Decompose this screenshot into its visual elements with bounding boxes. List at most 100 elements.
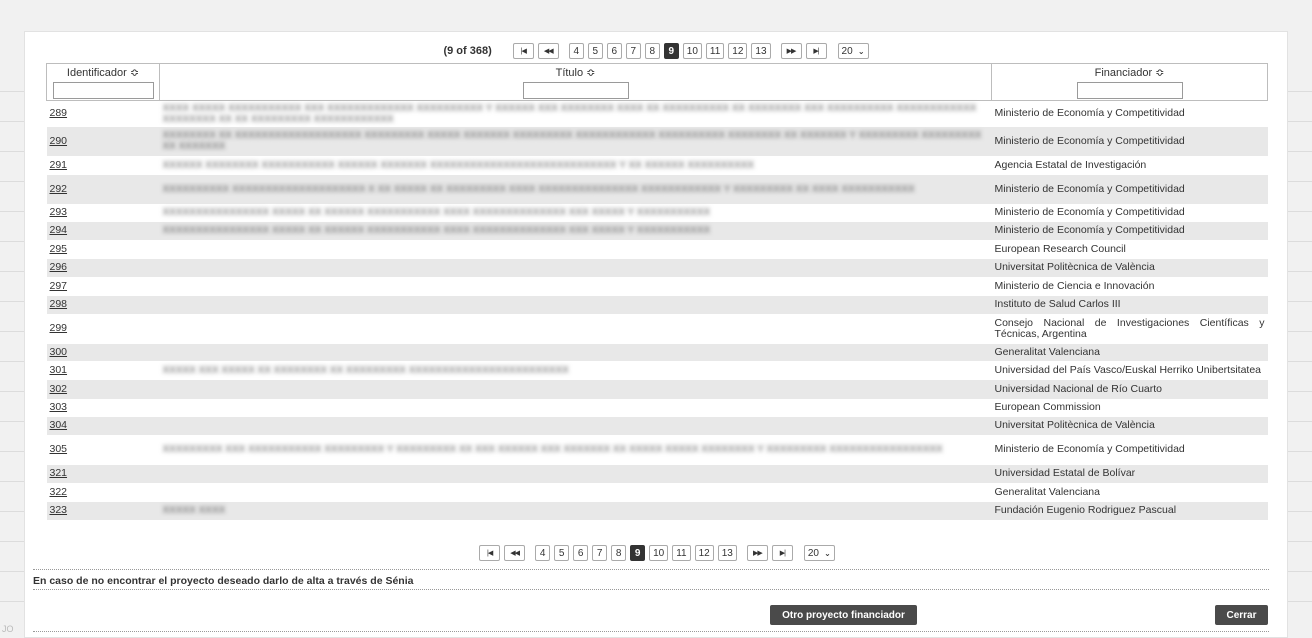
funder-cell: Fundación Eugenio Rodriguez Pascual — [991, 501, 1268, 520]
project-id-link[interactable]: 293 — [50, 206, 68, 218]
page-button[interactable]: 8 — [611, 545, 627, 561]
rows-per-page-select[interactable]: 20 ⌄ — [837, 43, 869, 59]
funder-cell: Instituto de Salud Carlos III — [991, 295, 1268, 314]
page-button[interactable]: 4 — [535, 545, 551, 561]
page-button[interactable]: 7 — [625, 43, 641, 59]
last-page-icon[interactable]: ▶| — [805, 43, 827, 59]
page-button-current[interactable]: 9 — [663, 43, 679, 59]
rows-per-page-value: 20 — [807, 547, 819, 559]
column-header-title[interactable]: Título ≎ — [159, 63, 992, 101]
page-button[interactable]: 12 — [728, 43, 748, 59]
page-button[interactable]: 8 — [644, 43, 660, 59]
page-button[interactable]: 6 — [573, 545, 589, 561]
project-id-link[interactable]: 298 — [50, 298, 68, 310]
project-id-link[interactable]: 322 — [50, 486, 68, 498]
table-row[interactable]: 322 Generalitat Valenciana — [47, 483, 1268, 502]
prev-page-icon[interactable]: ◀◀ — [504, 545, 526, 561]
funder-cell: Generalitat Valenciana — [994, 485, 1100, 498]
column-header-id-label: Identificador ≎ — [66, 67, 140, 79]
first-page-icon[interactable]: |◀ — [479, 545, 501, 561]
other-funder-project-button[interactable]: Otro proyecto financiador — [770, 605, 917, 625]
table-row[interactable]: 298 Instituto de Salud Carlos III — [46, 295, 1268, 314]
table-row[interactable]: 291 XXXXXX XXXXXXXX XXXXXXXXXXX XXXXXX X… — [47, 156, 1268, 175]
table-row[interactable]: 304 Universitat Politècnica de València — [46, 416, 1268, 435]
close-button[interactable]: Cerrar — [1215, 605, 1268, 625]
last-page-icon[interactable]: ▶| — [771, 545, 793, 561]
project-id-link[interactable]: 301 — [50, 364, 68, 376]
table-row[interactable]: 303 European Commission — [47, 399, 1268, 417]
page-button-current[interactable]: 9 — [630, 545, 646, 561]
project-id-link[interactable]: 297 — [50, 280, 68, 292]
page-button[interactable]: 10 — [682, 43, 702, 59]
page-button[interactable]: 13 — [751, 43, 771, 59]
page-button[interactable]: 7 — [592, 545, 608, 561]
table-row[interactable]: 305 XXXXXXXXX XXX XXXXXXXXXXX XXXXXXXXX … — [47, 435, 1268, 465]
funder-cell: Universidad Nacional de Río Cuarto — [991, 379, 1268, 399]
funder-cell: Ministerio de Economía y Competitividad — [994, 206, 1185, 218]
table-row[interactable]: 296 Universitat Politècnica de València — [46, 258, 1268, 277]
column-header-funder[interactable]: Financiador ≎ — [991, 63, 1268, 101]
not-found-notice: En caso de no encontrar el proyecto dese… — [33, 569, 1269, 587]
table-row[interactable]: 293 XXXXXXXXXXXXXXXX XXXXX XX XXXXXX XXX… — [47, 204, 1268, 222]
divider — [33, 631, 1269, 632]
funder-cell: Universidad del País Vasco/Euskal Herrik… — [994, 363, 1262, 376]
top-paginator: (9 of 368) |◀ ◀◀ 4 5 6 7 8 9 10 11 12 13… — [25, 42, 1287, 60]
funder-cell: Ministerio de Economía y Competitividad — [991, 221, 1268, 240]
title-filter-input[interactable] — [522, 82, 629, 99]
page-button[interactable]: 5 — [554, 545, 570, 561]
next-page-icon[interactable]: ▶▶ — [780, 43, 802, 59]
page-button[interactable]: 12 — [694, 545, 714, 561]
project-title: XXXXXXXXXXXXXXXX XXXXX XX XXXXXX XXXXXXX… — [162, 207, 711, 218]
project-id-link[interactable]: 299 — [50, 322, 68, 334]
page-button[interactable]: 11 — [705, 43, 725, 59]
project-id-link[interactable]: 292 — [50, 183, 68, 195]
projects-table: Identificador ≎ Título ≎ Financiador ≎ 2… — [46, 63, 1268, 520]
rows-per-page-select[interactable]: 20 ⌄ — [803, 545, 835, 561]
page-button[interactable]: 11 — [672, 545, 691, 561]
page-button[interactable]: 6 — [606, 43, 622, 59]
project-id-link[interactable]: 290 — [50, 135, 68, 147]
divider — [33, 589, 1269, 590]
table-row[interactable]: 295 European Research Council — [47, 240, 1268, 259]
funder-filter-input[interactable] — [1076, 82, 1183, 99]
table-row[interactable]: 302 Universidad Nacional de Río Cuarto — [46, 379, 1268, 399]
table-row[interactable]: 323 XXXXX XXXX Fundación Eugenio Rodrigu… — [46, 501, 1268, 520]
funder-cell: Ministerio de Ciencia e Innovación — [994, 279, 1155, 292]
project-title: XXXXXX XXXXXXXX XXXXXXXXXXX XXXXXX XXXXX… — [162, 159, 755, 171]
project-title: XXXX XXXXX XXXXXXXXXXX XXX XXXXXXXXXXXXX… — [162, 102, 977, 125]
project-id-link[interactable]: 305 — [50, 443, 68, 455]
funder-cell: Ministerio de Economía y Competitividad — [994, 107, 1185, 120]
page-button[interactable]: 4 — [568, 43, 584, 59]
column-header-id[interactable]: Identificador ≎ — [46, 63, 160, 101]
project-id-link[interactable]: 296 — [50, 261, 68, 273]
table-row[interactable]: 297 Ministerio de Ciencia e Innovación — [47, 277, 1268, 296]
page-report: (9 of 368) — [443, 45, 492, 57]
project-id-link[interactable]: 300 — [50, 346, 68, 358]
project-id-link[interactable]: 321 — [50, 467, 68, 479]
project-id-link[interactable]: 294 — [50, 224, 68, 236]
project-id-link[interactable]: 295 — [50, 243, 68, 255]
project-id-link[interactable]: 291 — [50, 159, 68, 171]
table-row[interactable]: 299 Consejo Nacional de Investigaciones … — [47, 314, 1268, 344]
table-row[interactable]: 290 XXXXXXXX XX XXXXXXXXXXXXXXXXXXX XXXX… — [46, 126, 1268, 156]
next-page-icon[interactable]: ▶▶ — [746, 545, 768, 561]
table-row[interactable]: 294 XXXXXXXXXXXXXXXX XXXXX XX XXXXXX XXX… — [46, 221, 1268, 240]
project-id-link[interactable]: 304 — [50, 419, 68, 431]
project-id-link[interactable]: 302 — [50, 383, 68, 395]
table-row[interactable]: 321 Universidad Estatal de Bolívar — [46, 464, 1268, 483]
page-button[interactable]: 13 — [717, 545, 737, 561]
table-row[interactable]: 300 Generalitat Valenciana — [46, 343, 1268, 361]
project-id-link[interactable]: 303 — [50, 401, 68, 413]
table-row[interactable]: 301 XXXXX XXX XXXXX XX XXXXXXXX XX XXXXX… — [47, 361, 1268, 380]
chevron-down-icon: ⌄ — [824, 548, 831, 558]
first-page-icon[interactable]: |◀ — [512, 43, 534, 59]
project-id-link[interactable]: 323 — [50, 504, 68, 516]
page-button[interactable]: 10 — [649, 545, 669, 561]
funder-cell: Ministerio de Economía y Competitividad — [991, 174, 1268, 204]
id-filter-input[interactable] — [52, 82, 154, 99]
table-row[interactable]: 289 XXXX XXXXX XXXXXXXXXXX XXX XXXXXXXXX… — [47, 101, 1268, 127]
table-row[interactable]: 292 XXXXXXXXXX XXXXXXXXXXXXXXXXXXXX X XX… — [46, 174, 1268, 204]
project-id-link[interactable]: 289 — [50, 107, 68, 119]
prev-page-icon[interactable]: ◀◀ — [537, 43, 559, 59]
page-button[interactable]: 5 — [587, 43, 603, 59]
